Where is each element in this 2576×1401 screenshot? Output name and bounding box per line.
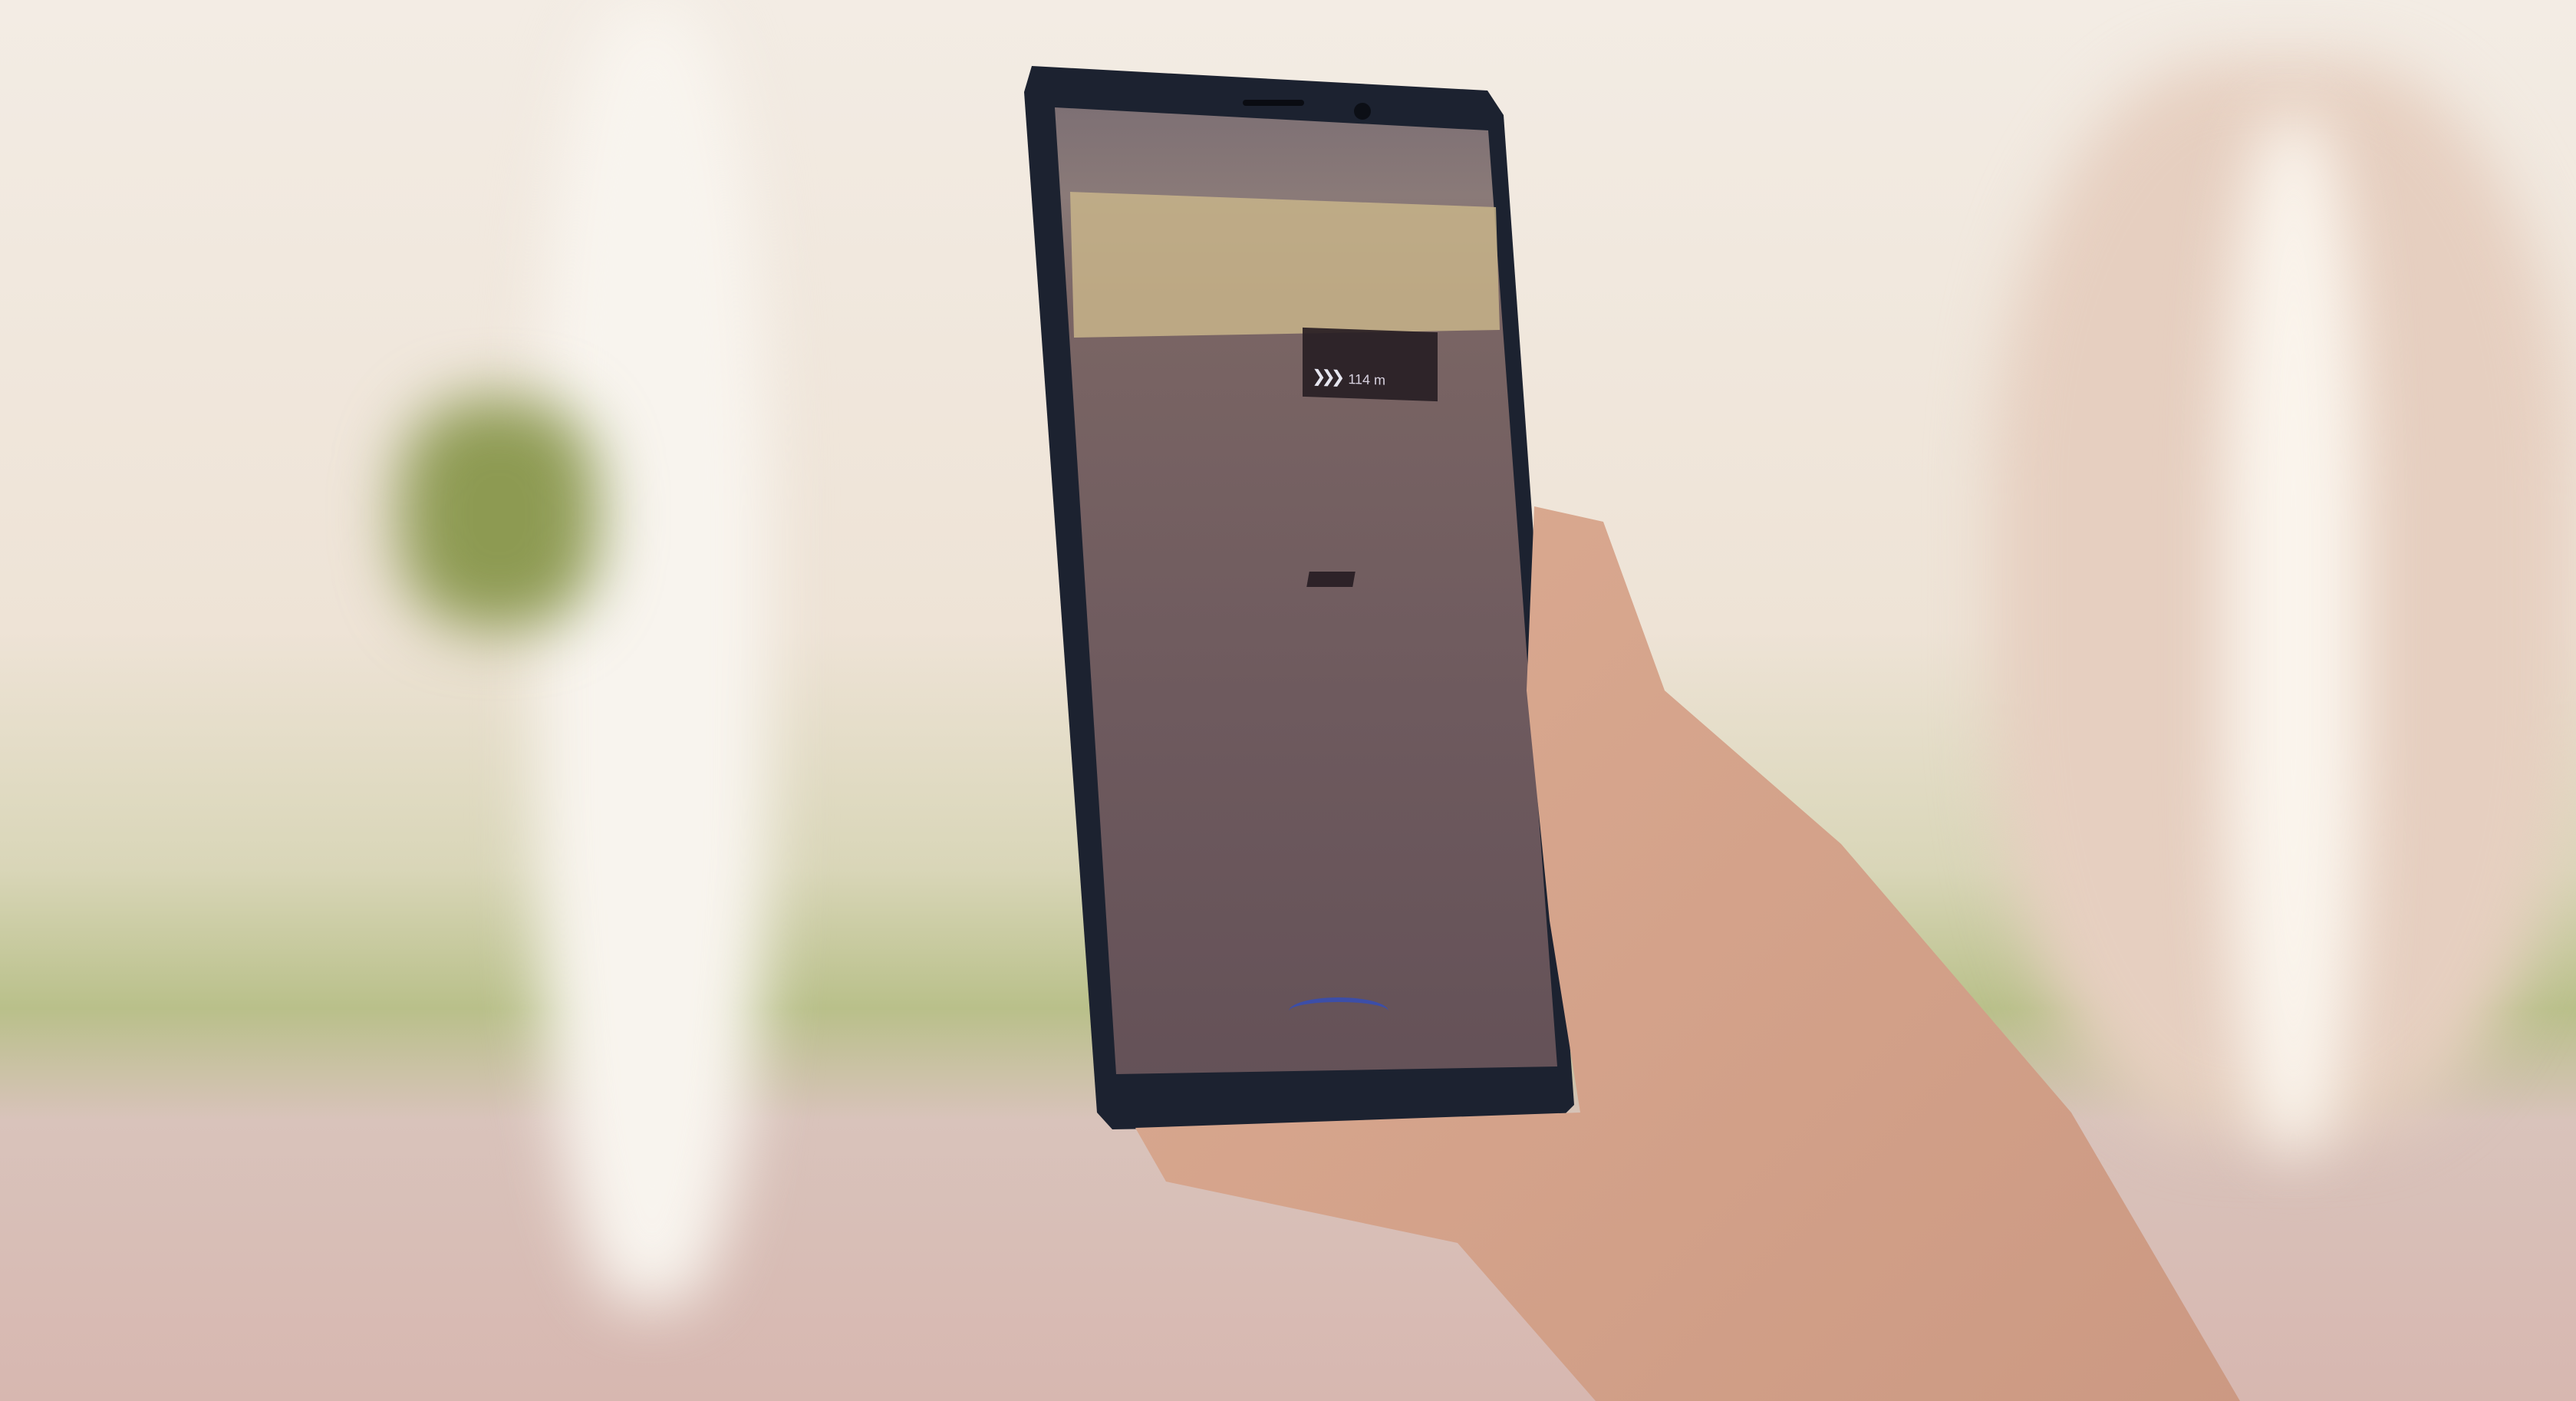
phone-speaker [1243, 100, 1304, 106]
ar-distance-label[interactable]: ❯❯❯ 114 m [1303, 327, 1438, 402]
chevrons-right-icon: ❯❯❯ [1312, 366, 1341, 387]
background-column-right [2225, 115, 2363, 1151]
phone-camera [1354, 103, 1371, 120]
background-column-left [537, 0, 767, 1304]
ar-ground-marker [1306, 572, 1356, 587]
distance-text: 114 m [1348, 371, 1386, 388]
ar-direction-arc [1289, 997, 1388, 1025]
background-bush [399, 399, 598, 629]
